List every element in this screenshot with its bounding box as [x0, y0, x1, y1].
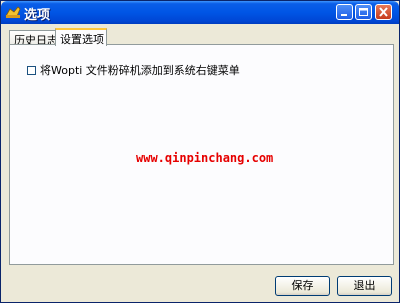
title-bar[interactable]: 选项 [1, 1, 399, 24]
settings-panel: 将Wopti 文件粉碎机添加到系统右键菜单 www.qinpinchang.co… [9, 44, 394, 265]
exit-button[interactable]: 退出 [337, 276, 392, 296]
context-menu-checkbox[interactable] [27, 65, 36, 75]
close-icon [379, 7, 388, 17]
watermark-text: www.qinpinchang.com [136, 151, 274, 165]
dialog-content: 历史日志 设置选项 将Wopti 文件粉碎机添加到系统右键菜单 www.qinp… [4, 28, 397, 301]
minimize-button[interactable] [336, 4, 353, 20]
tab-history-log[interactable]: 历史日志 [9, 30, 58, 47]
close-button[interactable] [375, 4, 392, 20]
context-menu-option[interactable]: 将Wopti 文件粉碎机添加到系统右键菜单 [27, 62, 240, 78]
app-icon [5, 5, 21, 19]
minimize-icon [341, 14, 347, 16]
maximize-button[interactable] [355, 4, 372, 20]
tab-settings[interactable]: 设置选项 [55, 28, 107, 46]
context-menu-label: 将Wopti 文件粉碎机添加到系统右键菜单 [40, 64, 240, 77]
options-dialog: 选项 历史日志 设置选项 将Wopti 文件粉碎机添加到系统右键菜单 www.q… [0, 0, 400, 303]
window-title: 选项 [24, 8, 51, 23]
maximize-icon [359, 8, 368, 16]
save-button[interactable]: 保存 [275, 276, 330, 296]
